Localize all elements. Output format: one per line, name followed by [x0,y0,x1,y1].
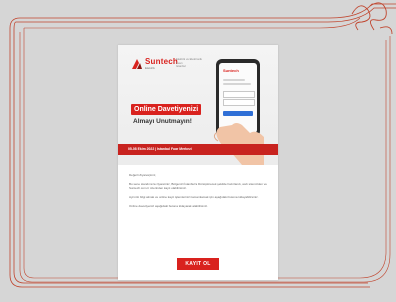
headline-primary: Online Davetiyenizi [131,104,202,115]
body-paragraph: Bu sene standımıza ziyaretiniz, Bölgeniz… [129,182,267,190]
phone-input-field [223,91,255,98]
logo-mark-icon [132,59,142,69]
logo-tagline: Elektrik [145,66,155,70]
body-paragraph: Ayrıntılı bilgi almak ve online kayıt iş… [129,195,259,199]
phone-app-logo: Suntech [223,68,239,73]
phone-text-line [223,83,251,85]
phone-text-line [223,79,245,81]
hand-illustration [213,123,264,165]
logo-name: Suntech [145,57,178,66]
header-note: Elektrik ve Elektronik Fuarı Istanbul [176,57,210,69]
event-date-text: 05-08 Ekim 2022 | Istanbul Fuar Merkezi [128,147,192,151]
email-body: Değerli Ziyaretçimiz, Bu sene standımıza… [129,173,267,213]
header-note-line: Istanbul [176,64,186,69]
email-card: Suntech Elektrik Elektrik ve Elektronik … [118,45,278,280]
phone-input-field [223,99,255,106]
register-button[interactable]: KAYIT OL [177,258,219,270]
body-paragraph: Online davetiyenizi aşağıdaki butona tık… [129,204,208,208]
event-date-strip: 05-08 Ekim 2022 | Istanbul Fuar Merkezi [118,144,278,155]
promo-banner: Suntech Elektrik Elektrik ve Elektronik … [118,45,278,165]
brand-logo: Suntech Elektrik [132,58,178,70]
greeting: Değerli Ziyaretçimiz, [129,173,157,177]
headline: Online Davetiyenizi Almayı Unutmayın! [131,98,202,125]
headline-secondary: Almayı Unutmayın! [133,118,192,125]
